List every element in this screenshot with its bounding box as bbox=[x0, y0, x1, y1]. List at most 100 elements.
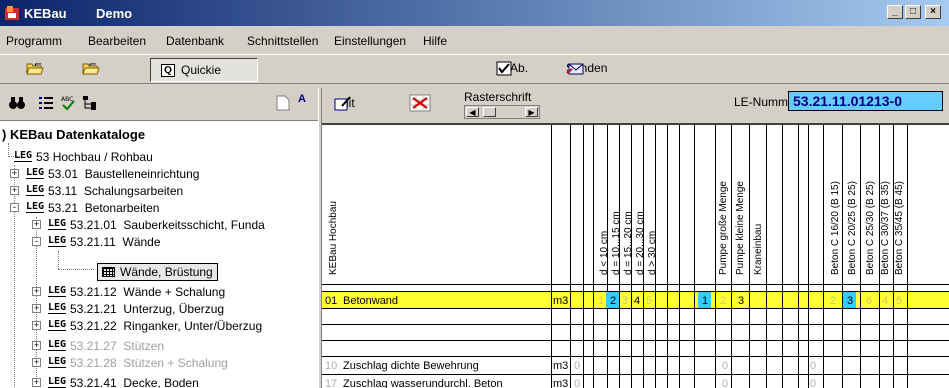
grid-value[interactable]: 5 bbox=[646, 295, 652, 307]
expand-icon[interactable]: + bbox=[32, 321, 41, 330]
expand-icon[interactable]: + bbox=[10, 186, 19, 195]
expand-icon[interactable]: + bbox=[32, 378, 41, 387]
tree-item-53-01[interactable]: + LEG 53.01 Baustelleneinrichtung bbox=[0, 166, 318, 183]
grid-value[interactable]: 3 bbox=[738, 295, 744, 307]
spellcheck-icon[interactable]: ABC bbox=[60, 95, 76, 111]
menu-programm[interactable]: Programm bbox=[6, 34, 62, 48]
tree-item-label: 53.21.27 Stützen bbox=[70, 339, 165, 353]
binoculars-icon[interactable] bbox=[8, 95, 26, 111]
menu-hilfe[interactable]: Hilfe bbox=[423, 34, 447, 48]
tree-connector bbox=[58, 269, 94, 270]
expand-icon[interactable]: + bbox=[32, 341, 41, 350]
tree-structure-icon[interactable] bbox=[82, 95, 98, 111]
menu-bearbeiten[interactable]: Bearbeiten bbox=[88, 34, 146, 48]
slider-right-arrow-icon[interactable]: ▶ bbox=[525, 107, 538, 117]
grid-value[interactable]: 4 bbox=[634, 295, 640, 307]
grid-value[interactable]: 0 bbox=[722, 378, 728, 388]
tree-item-53-21[interactable]: - LEG 53.21 Betonarbeiten bbox=[0, 200, 318, 217]
tree-item-53-21-28[interactable]: + LEG 53.21.28 Stützen + Schalung bbox=[0, 355, 318, 372]
maximize-button[interactable]: □ bbox=[905, 5, 921, 19]
close-button[interactable]: × bbox=[925, 5, 941, 19]
grid-value[interactable]: 0 bbox=[722, 360, 728, 372]
minimize-button[interactable]: _ bbox=[887, 5, 903, 19]
grid-value[interactable]: 6 bbox=[866, 295, 872, 307]
collapse-icon[interactable]: - bbox=[10, 203, 19, 212]
grid-value[interactable]: 0 bbox=[574, 378, 580, 388]
new-document-icon[interactable] bbox=[276, 95, 290, 111]
column-header[interactable]: Beton C 35/45 (B 45) bbox=[894, 181, 905, 275]
column-header[interactable]: d = 10...15 cm bbox=[611, 211, 622, 275]
grid-value[interactable]: 2 bbox=[830, 295, 836, 307]
tree-item-53-21-22[interactable]: + LEG 53.21.22 Ringanker, Unter/Überzug bbox=[0, 318, 318, 335]
le-button[interactable]: LE bbox=[82, 61, 100, 75]
ae-button[interactable]: AE bbox=[26, 61, 44, 75]
menu-datenbank[interactable]: Datenbank bbox=[166, 34, 224, 48]
tree-toolbar: ABC A bbox=[0, 88, 318, 118]
list-view-icon[interactable] bbox=[38, 95, 54, 111]
leg-icon: LEG bbox=[48, 339, 67, 351]
grid-value[interactable]: 1 bbox=[702, 295, 708, 307]
expand-icon[interactable]: + bbox=[32, 220, 41, 229]
tree-item-53-21-21[interactable]: + LEG 53.21.21 Unterzug, Überzug bbox=[0, 301, 318, 318]
senden-button[interactable]: Senden bbox=[566, 61, 607, 75]
row-text[interactable]: Betonwand bbox=[343, 295, 398, 307]
grid-value[interactable]: 5 bbox=[896, 295, 902, 307]
column-header[interactable]: Kraneinbau bbox=[753, 224, 764, 275]
row-unit: m3 bbox=[553, 378, 568, 388]
tree-item-53-21-11[interactable]: - LEG 53.21.11 Wände bbox=[0, 234, 318, 251]
grid-value[interactable]: 4 bbox=[882, 295, 888, 307]
menu-schnittstellen[interactable]: Schnittstellen bbox=[247, 34, 318, 48]
grid-delete-icon[interactable] bbox=[409, 94, 431, 112]
font-size-button[interactable]: A bbox=[298, 93, 306, 105]
tree-item-53-21-01[interactable]: + LEG 53.21.01 Sauberkeitsschicht, Funda bbox=[0, 217, 318, 234]
column-header[interactable]: d > 30 cm bbox=[647, 231, 658, 275]
tree-item-53-11[interactable]: + LEG 53.11 Schalungsarbeiten bbox=[0, 183, 318, 200]
le-number-field[interactable]: 53.21.11.01213-0 bbox=[788, 91, 943, 111]
document-name: Demo bbox=[96, 6, 133, 21]
tree-item-waende-bruestung[interactable]: Wände, Brüstung bbox=[97, 263, 218, 281]
column-header[interactable]: Beton C 25/30 (B 25) bbox=[865, 181, 876, 275]
main-toolbar: AE LE Q Quickie M-Ab. Senden bbox=[0, 54, 949, 84]
grid-value[interactable]: 3 bbox=[847, 295, 853, 307]
grid-value[interactable]: 0 bbox=[810, 360, 816, 372]
column-header[interactable]: d = 20...30 cm bbox=[635, 211, 646, 275]
rasterschrift-slider[interactable]: ◀ ▶ bbox=[464, 105, 540, 119]
column-header[interactable]: Pumpe kleine Menge bbox=[735, 181, 746, 275]
tree-item-53-21-12[interactable]: + LEG 53.21.12 Wände + Schalung bbox=[0, 284, 318, 301]
quickie-button[interactable]: Q Quickie bbox=[150, 58, 258, 82]
grid-value[interactable]: 2 bbox=[720, 295, 726, 307]
expand-icon[interactable]: + bbox=[10, 169, 19, 178]
tree-root-label[interactable]: ) KEBau Datenkataloge bbox=[2, 127, 145, 142]
column-header[interactable]: d < 10 cm bbox=[599, 231, 610, 275]
expand-icon[interactable]: + bbox=[32, 358, 41, 367]
column-header[interactable]: Beton C 20/25 (B 25) bbox=[847, 181, 858, 275]
slider-thumb[interactable] bbox=[483, 107, 496, 117]
grid-value[interactable]: 0 bbox=[574, 360, 580, 372]
tree-item-53-21-41[interactable]: + LEG 53.21.41 Decke, Boden bbox=[0, 375, 318, 388]
row-text[interactable]: Zuschlag dichte Bewehrung bbox=[343, 360, 479, 372]
column-header[interactable]: KEBau Hochbau bbox=[328, 201, 339, 275]
column-header[interactable]: d = 15...20 cm bbox=[623, 211, 634, 275]
edit-icon bbox=[334, 96, 351, 111]
tree-item-53-21-27[interactable]: + LEG 53.21.27 Stützen bbox=[0, 338, 318, 355]
edit-button[interactable]: Edit bbox=[334, 96, 355, 111]
svg-text:ABC: ABC bbox=[61, 96, 73, 103]
tree-item-53[interactable]: LEG 53 Hochbau / Rohbau bbox=[0, 149, 318, 166]
collapse-icon[interactable]: - bbox=[32, 237, 41, 246]
grid-value[interactable]: 2 bbox=[610, 295, 616, 307]
slider-left-arrow-icon[interactable]: ◀ bbox=[466, 107, 479, 117]
column-header[interactable]: Beton C 16/20 (B 15) bbox=[830, 181, 841, 275]
column-header[interactable]: Pumpe große Menge bbox=[718, 181, 729, 275]
expand-icon[interactable]: + bbox=[32, 287, 41, 296]
tree-connector bbox=[58, 251, 59, 269]
grid-value[interactable]: 3 bbox=[622, 295, 628, 307]
grid-toolbar: Edit Rasterschrift ◀ ▶ LE-Nummer: 53.21.… bbox=[322, 88, 949, 122]
m-ab-button[interactable]: M-Ab. bbox=[496, 61, 528, 76]
grid-value[interactable]: 0 bbox=[810, 378, 816, 388]
row-text[interactable]: Zuschlag wasserundurchl. Beton bbox=[343, 378, 503, 388]
column-header[interactable]: Beton C 30/37 (B 35) bbox=[880, 181, 891, 275]
expand-icon[interactable]: + bbox=[32, 304, 41, 313]
grid-value[interactable]: 1 bbox=[598, 295, 604, 307]
menu-einstellungen[interactable]: Einstellungen bbox=[334, 34, 406, 48]
tree-root-text: KEBau Datenkataloge bbox=[9, 127, 146, 142]
